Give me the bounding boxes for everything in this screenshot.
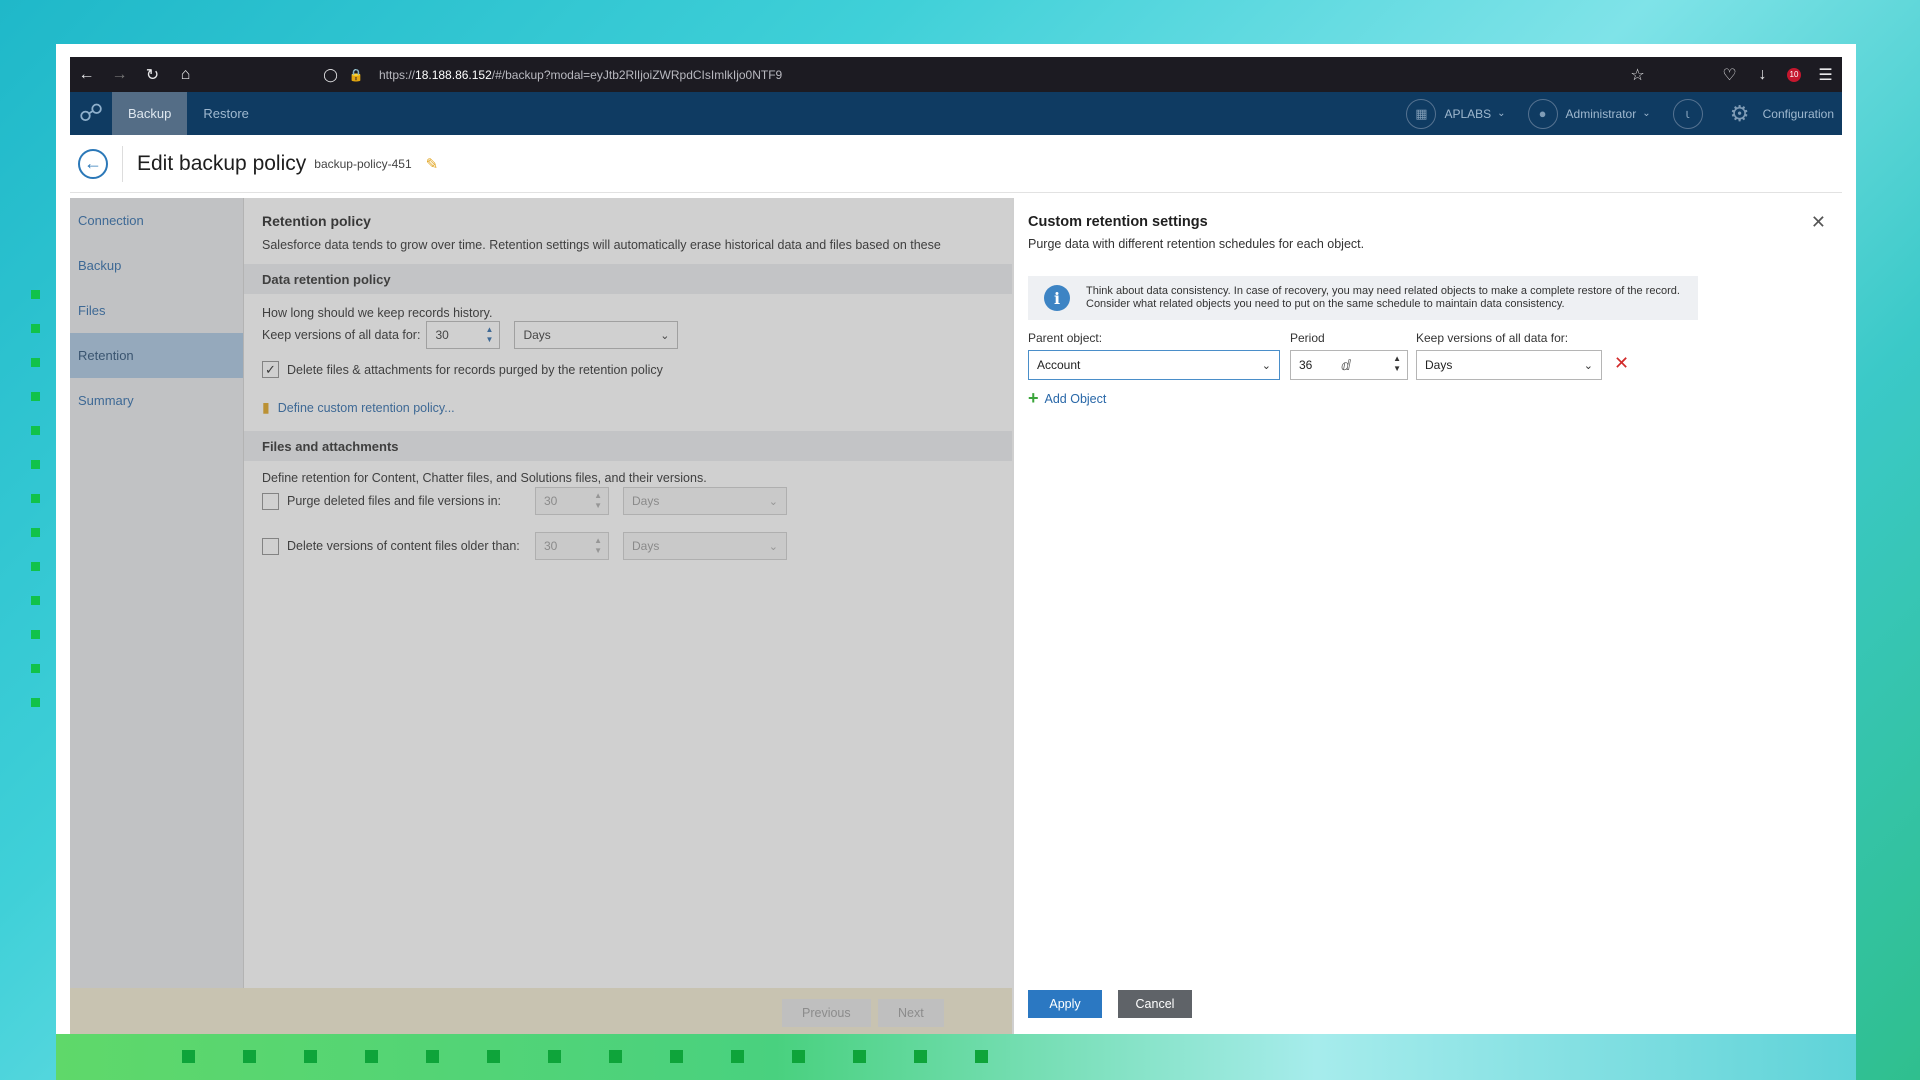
keep-versions-label: Keep versions of all data for: (1416, 331, 1569, 345)
apply-button[interactable]: Apply (1028, 990, 1102, 1018)
url-text[interactable]: https://18.188.86.152/#/backup?modal=eyJ… (379, 68, 782, 82)
keep-unit-select[interactable]: Days ⌄ (1416, 350, 1602, 380)
shield-icon[interactable]: ◯ (314, 67, 347, 83)
add-object-label: Add Object (1044, 391, 1107, 406)
period-input[interactable]: 36 ⅆ ▲ ▼ (1290, 350, 1408, 380)
pencil-icon[interactable]: ✎ (426, 155, 439, 173)
ublock-icon[interactable]: 10 (1787, 67, 1801, 82)
parent-object-label: Parent object: (1028, 331, 1103, 345)
user-menu[interactable]: ● Administrator ⌄ (1527, 98, 1651, 129)
org-name: APLABS (1444, 106, 1492, 121)
page-title-row: ← Edit backup policy backup-policy-451 ✎ (70, 135, 1842, 193)
cancel-button[interactable]: Cancel (1118, 990, 1192, 1018)
configuration-label: Configuration (1762, 106, 1834, 121)
gear-icon: ⚙ (1729, 100, 1750, 126)
notifications-button[interactable]: ⍳ (1672, 98, 1711, 129)
building-icon: ▦ (1406, 98, 1437, 129)
home-icon[interactable]: ⌂ (169, 66, 202, 84)
info-text: Think about data consistency. In case of… (1086, 285, 1680, 310)
background-dots-bottom (182, 1050, 988, 1063)
bell-icon: ⍳ (1672, 98, 1703, 129)
browser-toolbar: ← → ↻ ⌂ ◯ 🔒 https://18.188.86.152/#/back… (70, 57, 1842, 92)
parent-object-value: Account (1037, 358, 1081, 372)
parent-object-select[interactable]: Account ⌄ (1028, 350, 1280, 380)
plus-icon: + (1028, 388, 1039, 408)
address-bar[interactable]: ◯ 🔒 https://18.188.86.152/#/backup?modal… (314, 57, 1654, 92)
browser-actions: ♡ ↓ 10 ☰ (1713, 57, 1842, 92)
chevron-down-icon: ⌄ (1497, 108, 1506, 119)
info-banner: i Think about data consistency. In case … (1028, 276, 1698, 320)
info-icon: i (1044, 285, 1070, 311)
arrow-left-icon: ← (84, 153, 102, 173)
back-arrow-icon[interactable]: ← (70, 66, 103, 84)
keep-unit-value: Days (1425, 358, 1453, 372)
pocket-icon[interactable]: ♡ (1713, 65, 1746, 85)
app-header: ☍ Backup Restore ▦ APLABS ⌄ ● Administra… (70, 92, 1842, 135)
divider (122, 145, 123, 182)
app-logo-icon[interactable]: ☍ (70, 92, 112, 135)
tab-restore[interactable]: Restore (187, 92, 265, 135)
download-icon[interactable]: ↓ (1746, 66, 1779, 84)
panel-title: Custom retention settings (1028, 214, 1208, 230)
back-button[interactable]: ← (78, 148, 108, 179)
close-icon[interactable]: ✕ (1811, 212, 1826, 233)
app-window: ← → ↻ ⌂ ◯ 🔒 https://18.188.86.152/#/back… (56, 44, 1856, 1034)
configuration-button[interactable]: ⚙ Configuration (1725, 99, 1834, 129)
panel-subtitle: Purge data with different retention sche… (1028, 237, 1365, 251)
custom-retention-panel: Custom retention settings Purge data wit… (1012, 198, 1842, 1034)
org-menu[interactable]: ▦ APLABS ⌄ (1406, 98, 1506, 129)
chevron-down-icon: ⌄ (1583, 359, 1593, 372)
hamburger-menu-icon[interactable]: ☰ (1809, 65, 1842, 85)
policy-name: backup-policy-451 (314, 156, 412, 171)
bookmark-star-icon[interactable]: ☆ (1621, 65, 1654, 85)
user-name: Administrator (1565, 106, 1637, 121)
reload-icon[interactable]: ↻ (136, 65, 169, 85)
remove-row-icon[interactable]: ✕ (1614, 353, 1629, 374)
chevron-down-icon: ⌄ (1642, 108, 1651, 119)
add-object-button[interactable]: + Add Object (1028, 388, 1106, 409)
period-label: Period (1290, 331, 1325, 345)
user-icon: ● (1527, 98, 1558, 129)
chevron-down-icon: ⌄ (1261, 359, 1271, 372)
forward-arrow-icon[interactable]: → (103, 66, 136, 84)
lock-icon[interactable]: 🔒 (347, 68, 365, 82)
period-value: 36 (1299, 358, 1313, 372)
background-dots-left (31, 290, 41, 732)
stepper-icon[interactable]: ▲ ▼ (1393, 354, 1401, 374)
header-right: ▦ APLABS ⌄ ● Administrator ⌄ ⍳ ⚙ Configu… (1406, 92, 1842, 135)
tab-backup[interactable]: Backup (112, 92, 188, 135)
modal-overlay[interactable] (70, 198, 1012, 1034)
page-title: Edit backup policy (137, 151, 307, 175)
text-cursor-icon: ⅆ (1341, 356, 1351, 373)
